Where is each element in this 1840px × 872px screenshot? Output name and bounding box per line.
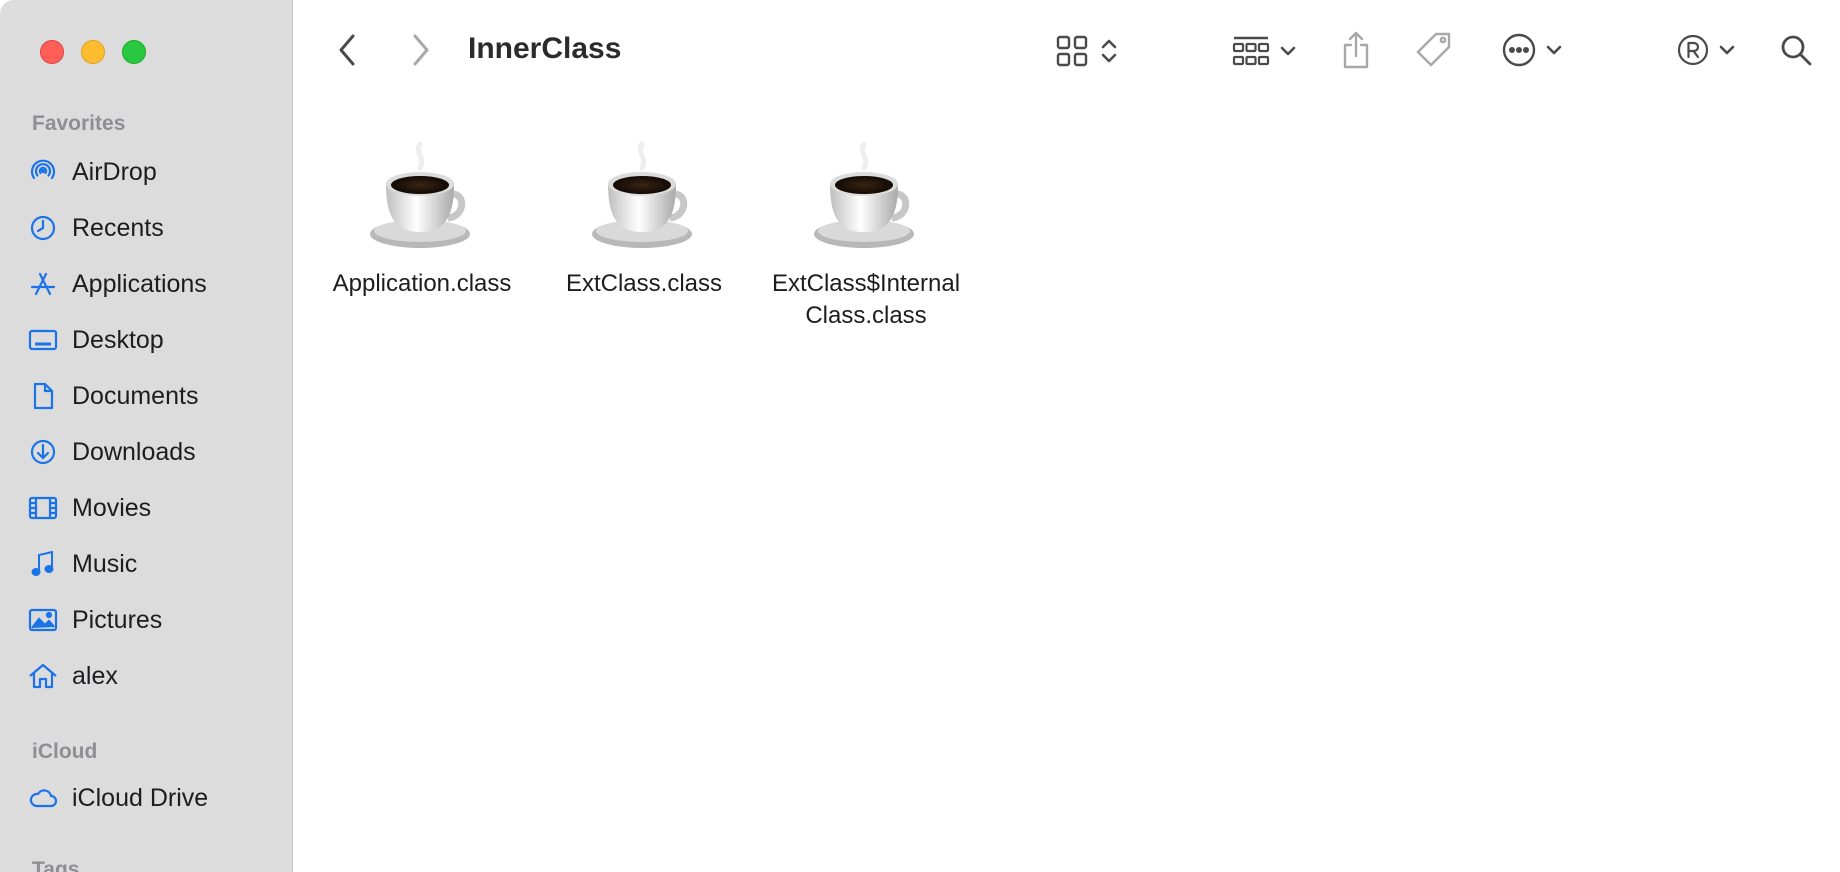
document-icon bbox=[26, 379, 60, 413]
sidebar-item-pictures[interactable]: Pictures bbox=[26, 598, 276, 642]
chevron-down-icon bbox=[1718, 43, 1736, 57]
tags-header: Tags bbox=[32, 858, 80, 872]
sidebar-item-label: alex bbox=[72, 661, 118, 690]
grid-view-icon bbox=[1054, 33, 1090, 69]
sidebar-item-downloads[interactable]: Downloads bbox=[26, 430, 276, 474]
finder-window: Favorites AirDrop Recents Applications D… bbox=[0, 0, 1840, 872]
file-name: ExtClass$Internal Class.class bbox=[771, 270, 961, 329]
icloud-header: iCloud bbox=[32, 740, 98, 763]
sidebar-item-recents[interactable]: Recents bbox=[26, 206, 276, 250]
minimize-button[interactable] bbox=[81, 40, 105, 64]
view-mode-button[interactable] bbox=[1046, 30, 1126, 72]
chevron-left-icon bbox=[337, 33, 359, 67]
airdrop-icon bbox=[26, 155, 60, 189]
extension-button[interactable] bbox=[1668, 28, 1744, 72]
sidebar-item-label: Documents bbox=[72, 381, 199, 410]
sidebar-item-icloud-drive[interactable]: iCloud Drive bbox=[26, 776, 276, 820]
tag-button[interactable] bbox=[1412, 28, 1456, 72]
coffee-cup-icon bbox=[806, 138, 926, 258]
file-item[interactable]: ExtClass$Internal Class.class bbox=[756, 138, 976, 332]
clock-icon bbox=[26, 211, 60, 245]
coffee-cup-icon bbox=[362, 138, 482, 258]
sidebar-item-airdrop[interactable]: AirDrop bbox=[26, 150, 276, 194]
sidebar-item-home[interactable]: alex bbox=[26, 654, 276, 698]
sidebar-item-label: Downloads bbox=[72, 437, 196, 466]
sidebar-item-label: Desktop bbox=[72, 325, 164, 354]
file-item[interactable]: Application.class bbox=[312, 138, 532, 300]
search-icon bbox=[1779, 33, 1813, 67]
chevron-right-icon bbox=[409, 33, 431, 67]
sidebar-item-documents[interactable]: Documents bbox=[26, 374, 276, 418]
download-icon bbox=[26, 435, 60, 469]
sidebar-item-applications[interactable]: Applications bbox=[26, 262, 276, 306]
share-button[interactable] bbox=[1336, 28, 1376, 72]
action-menu-button[interactable] bbox=[1494, 28, 1570, 72]
sidebar-item-label: Pictures bbox=[72, 605, 163, 634]
file-item[interactable]: ExtClass.class bbox=[534, 138, 754, 300]
forward-button[interactable] bbox=[402, 30, 438, 70]
chevron-down-icon bbox=[1545, 43, 1563, 57]
chevron-up-down-icon bbox=[1100, 35, 1118, 67]
favorites-header: Favorites bbox=[32, 112, 126, 135]
group-icon bbox=[1231, 33, 1271, 69]
sidebar-item-label: Music bbox=[72, 549, 138, 578]
window-controls bbox=[40, 40, 146, 64]
sidebar-item-desktop[interactable]: Desktop bbox=[26, 318, 276, 362]
sidebar-item-label: AirDrop bbox=[72, 157, 157, 186]
photo-icon bbox=[26, 603, 60, 637]
tag-icon bbox=[1414, 30, 1454, 70]
share-icon bbox=[1340, 30, 1372, 70]
home-icon bbox=[26, 659, 60, 693]
coffee-cup-icon bbox=[584, 138, 704, 258]
search-button[interactable] bbox=[1776, 30, 1816, 70]
close-button[interactable] bbox=[40, 40, 64, 64]
sidebar-item-label: Movies bbox=[72, 493, 152, 522]
sidebar-item-movies[interactable]: Movies bbox=[26, 486, 276, 530]
film-icon bbox=[26, 491, 60, 525]
sidebar: Favorites AirDrop Recents Applications D… bbox=[0, 0, 293, 872]
window-title: InnerClass bbox=[468, 32, 622, 65]
group-button[interactable] bbox=[1224, 30, 1304, 72]
file-name: Application.class bbox=[332, 270, 512, 297]
back-button[interactable] bbox=[330, 30, 366, 70]
sidebar-item-label: Applications bbox=[72, 269, 207, 298]
chevron-down-icon bbox=[1279, 44, 1297, 58]
sidebar-item-label: iCloud Drive bbox=[72, 783, 209, 812]
file-name: ExtClass.class bbox=[565, 270, 723, 297]
cloud-icon bbox=[26, 781, 60, 815]
sidebar-item-music[interactable]: Music bbox=[26, 542, 276, 586]
music-note-icon bbox=[26, 547, 60, 581]
applications-icon bbox=[26, 267, 60, 301]
desktop-icon bbox=[26, 323, 60, 357]
registered-icon bbox=[1676, 33, 1710, 67]
zoom-button[interactable] bbox=[122, 40, 146, 64]
sidebar-item-label: Recents bbox=[72, 213, 164, 242]
ellipsis-circle-icon bbox=[1501, 32, 1537, 68]
